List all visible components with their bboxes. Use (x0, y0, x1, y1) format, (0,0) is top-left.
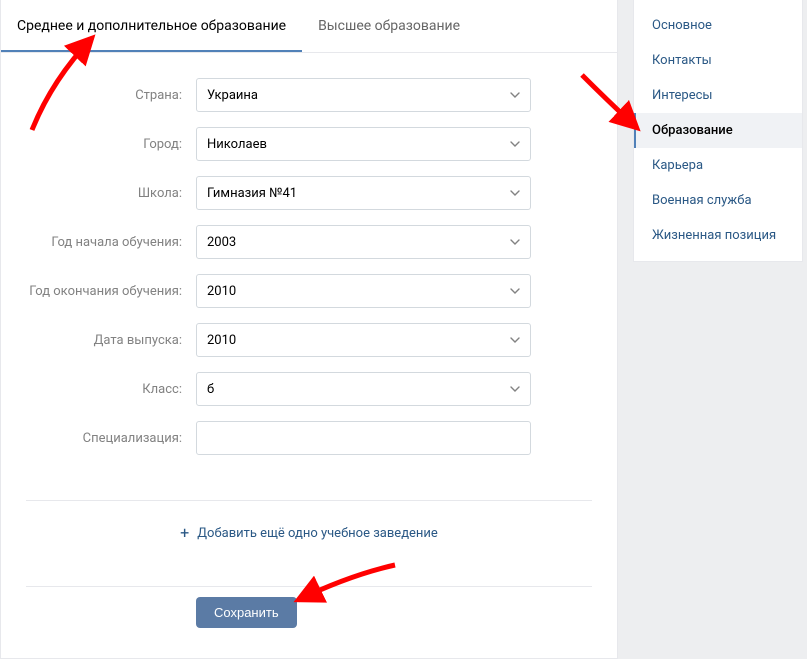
chevron-down-icon (510, 190, 520, 196)
chevron-down-icon (510, 239, 520, 245)
chevron-down-icon (510, 386, 520, 392)
sidebar-item-label: Образование (652, 123, 733, 138)
country-label: Страна: (1, 88, 196, 103)
sidebar-item-contacts[interactable]: Контакты (634, 43, 802, 78)
grad-year-label: Дата выпуска: (1, 333, 196, 348)
plus-icon: + (180, 525, 189, 541)
sidebar-item-military[interactable]: Военная служба (634, 183, 802, 218)
education-form: Страна: Украина Город: Николаев (1, 53, 617, 480)
year-start-label: Год начала обучения: (1, 235, 196, 250)
add-school-link[interactable]: + Добавить ещё одно учебное заведение (180, 525, 438, 541)
save-button[interactable]: Сохранить (196, 597, 297, 628)
tabs: Среднее и дополнительное образование Выс… (1, 0, 617, 53)
sidebar-item-label: Интересы (652, 88, 713, 103)
grad-year-value: 2010 (207, 333, 236, 348)
city-select[interactable]: Николаев (196, 127, 531, 161)
tab-label: Среднее и дополнительное образование (17, 18, 286, 34)
year-end-select[interactable]: 2010 (196, 274, 531, 308)
sidebar-item-label: Основное (652, 18, 712, 33)
school-select[interactable]: Гимназия №41 (196, 176, 531, 210)
save-label: Сохранить (214, 605, 279, 620)
class-value: б (207, 382, 214, 397)
city-value: Николаев (207, 137, 267, 152)
sidebar-item-education[interactable]: Образование (634, 113, 802, 148)
tab-label: Высшее образование (318, 18, 460, 34)
grad-year-select[interactable]: 2010 (196, 323, 531, 357)
specialization-input[interactable] (196, 421, 531, 455)
school-label: Школа: (1, 186, 196, 201)
year-start-select[interactable]: 2003 (196, 225, 531, 259)
tab-higher-education[interactable]: Высшее образование (302, 0, 476, 52)
sidebar-item-basic[interactable]: Основное (634, 8, 802, 43)
tab-secondary-education[interactable]: Среднее и дополнительное образование (1, 0, 302, 52)
city-label: Город: (1, 137, 196, 152)
chevron-down-icon (510, 288, 520, 294)
class-label: Класс: (1, 382, 196, 397)
specialization-label: Специализация: (1, 431, 196, 446)
country-select[interactable]: Украина (196, 78, 531, 112)
sidebar-item-life-position[interactable]: Жизненная позиция (634, 218, 802, 253)
school-value: Гимназия №41 (207, 186, 297, 201)
chevron-down-icon (510, 92, 520, 98)
year-end-label: Год окончания обучения: (1, 284, 196, 299)
main-panel: Среднее и дополнительное образование Выс… (0, 0, 618, 659)
add-school-label: Добавить ещё одно учебное заведение (197, 526, 438, 541)
sidebar-item-label: Жизненная позиция (652, 228, 776, 243)
chevron-down-icon (510, 337, 520, 343)
sidebar-item-label: Карьера (652, 158, 703, 173)
class-select[interactable]: б (196, 372, 531, 406)
sidebar-item-interests[interactable]: Интересы (634, 78, 802, 113)
year-end-value: 2010 (207, 284, 236, 299)
sidebar-item-label: Военная служба (652, 193, 752, 208)
settings-sidebar: Основное Контакты Интересы Образование К… (633, 0, 803, 262)
sidebar-item-label: Контакты (652, 53, 712, 68)
year-start-value: 2003 (207, 235, 236, 250)
country-value: Украина (207, 88, 258, 103)
sidebar-item-career[interactable]: Карьера (634, 148, 802, 183)
chevron-down-icon (510, 141, 520, 147)
